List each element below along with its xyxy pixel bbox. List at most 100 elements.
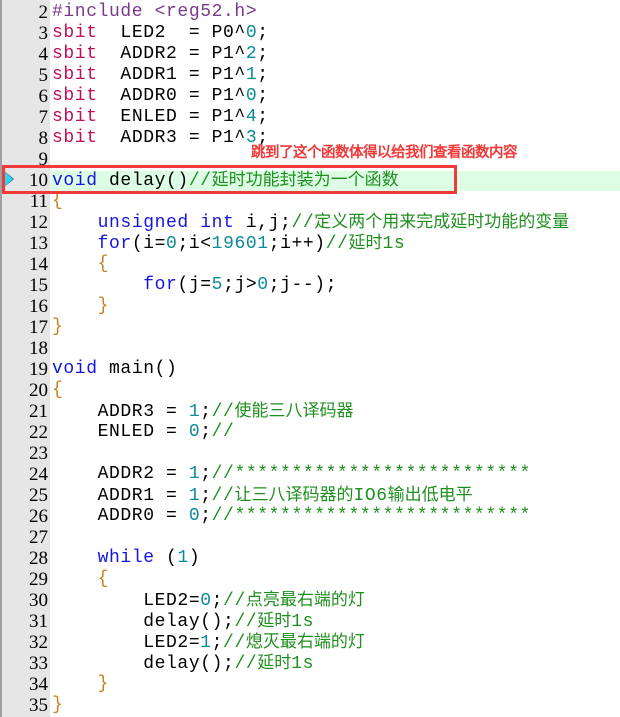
code-line[interactable]: 3 sbit LED2 = P0^0; xyxy=(0,23,620,44)
code-token: 定义两个用来完成延时功能的变量 xyxy=(314,212,570,232)
code-token: 1s xyxy=(291,612,315,632)
code-token: sbit xyxy=(52,107,98,127)
line-number: 29 xyxy=(29,569,48,590)
code-line[interactable]: 18 xyxy=(0,338,620,359)
code-token: sbit xyxy=(52,44,98,64)
code-token: ENLED = xyxy=(52,422,189,442)
code-token: ADDR1 = P1^ xyxy=(97,65,246,85)
line-number: 5 xyxy=(38,65,49,86)
code-line[interactable]: 19 void main() xyxy=(0,359,620,380)
code-token: // xyxy=(211,402,235,422)
code-token: 1s xyxy=(382,234,406,254)
line-number: 8 xyxy=(38,128,49,149)
code-text: { xyxy=(52,569,109,590)
code-line[interactable]: 2 #include <reg52.h> xyxy=(0,2,620,23)
code-line[interactable]: 32 LED2=1;//熄灭最右端的灯 xyxy=(0,632,620,653)
code-token: ; xyxy=(200,464,212,484)
code-token: ADDR0 = xyxy=(52,506,189,526)
code-token: ADDR3 = xyxy=(52,402,189,422)
code-text: void main() xyxy=(52,359,177,380)
code-line[interactable]: 22 ENLED = 0;// xyxy=(0,422,620,443)
code-token: // xyxy=(211,422,235,442)
code-line[interactable]: 30 LED2=0;//点亮最右端的灯 xyxy=(0,590,620,611)
code-token: main() xyxy=(97,359,178,379)
code-text: for(i=0;i<19601;i++)//延时1s xyxy=(52,233,405,255)
code-token: 1s xyxy=(291,654,315,674)
code-line[interactable]: 34 } xyxy=(0,674,620,695)
line-number: 17 xyxy=(29,317,48,338)
code-token: } xyxy=(97,296,110,316)
code-token: 5 xyxy=(211,275,224,295)
code-token: 0 xyxy=(166,234,178,254)
code-text: sbit ADDR1 = P1^1; xyxy=(52,65,269,86)
line-number: 18 xyxy=(29,338,48,359)
code-token: 点亮最右端的灯 xyxy=(245,590,365,610)
code-token: ; xyxy=(211,591,224,611)
code-token: delay(); xyxy=(52,612,235,632)
code-token: (i= xyxy=(131,234,167,254)
code-text: while (1) xyxy=(52,548,200,569)
code-token: ; xyxy=(200,422,212,442)
code-token: //************************** xyxy=(211,464,531,484)
line-number: 2 xyxy=(38,2,49,23)
line-number: 23 xyxy=(29,443,48,464)
code-line[interactable]: 5 sbit ADDR1 = P1^1; xyxy=(0,65,620,86)
code-line[interactable]: 25 ADDR1 = 1;//让三八译码器的IO6输出低电平 xyxy=(0,485,620,506)
code-line[interactable]: 17} xyxy=(0,317,620,338)
code-line[interactable]: 7 sbit ENLED = P1^4; xyxy=(0,107,620,128)
code-line[interactable]: 20{ xyxy=(0,380,620,401)
code-token: 1 xyxy=(245,65,258,85)
code-token: for xyxy=(143,275,178,295)
code-text: { xyxy=(52,380,63,401)
code-text: } xyxy=(52,296,109,317)
code-line[interactable]: 4 sbit ADDR2 = P1^2; xyxy=(0,44,620,65)
code-line[interactable]: 13 for(i=0;i<19601;i++)//延时1s xyxy=(0,233,620,254)
code-text: { xyxy=(52,254,109,275)
code-token: sbit xyxy=(52,128,98,148)
code-line[interactable]: 33 delay();//延时1s xyxy=(0,653,620,674)
code-text: sbit ADDR0 = P1^0; xyxy=(52,86,269,107)
code-token: unsigned int xyxy=(97,213,235,233)
code-token: ; xyxy=(200,486,212,506)
code-text: sbit ADDR3 = P1^3; xyxy=(52,128,269,149)
code-token: 4 xyxy=(245,107,258,127)
code-line[interactable]: 23 xyxy=(0,443,620,464)
code-line[interactable]: 35} xyxy=(0,695,620,716)
code-line[interactable]: 29 { xyxy=(0,569,620,590)
code-token: 1 xyxy=(188,464,201,484)
code-token: { xyxy=(52,191,64,211)
line-number: 20 xyxy=(29,380,48,401)
code-line[interactable]: 24 ADDR2 = 1;//*************************… xyxy=(0,464,620,485)
code-line[interactable]: 16 } xyxy=(0,296,620,317)
code-token: IO6 xyxy=(353,486,388,506)
code-line[interactable]: 11{ xyxy=(0,191,620,212)
code-token: ;j> xyxy=(223,275,258,295)
code-line[interactable]: 28 while (1) xyxy=(0,548,620,569)
code-text: } xyxy=(52,674,109,695)
code-lines[interactable]: 2 #include <reg52.h> 3 sbit LED2 = P0^0; 4 sb… xyxy=(0,2,620,716)
code-line[interactable]: 31 delay();//延时1s xyxy=(0,611,620,632)
code-line[interactable]: 12 unsigned int i,j;//定义两个用来完成延时功能的变量 xyxy=(0,212,620,233)
code-editor[interactable]: 2 #include <reg52.h> 3 sbit LED2 = P0^0; 4 sb… xyxy=(0,0,620,717)
line-number: 31 xyxy=(29,611,48,632)
line-number: 28 xyxy=(29,548,48,569)
line-number: 6 xyxy=(38,86,49,107)
code-token: ; xyxy=(200,402,212,422)
code-line[interactable]: 15 for(j=5;j>0;j--); xyxy=(0,275,620,296)
code-line[interactable]: 6 sbit ADDR0 = P1^0; xyxy=(0,86,620,107)
code-line[interactable]: 14 { xyxy=(0,254,620,275)
code-token: ; xyxy=(257,44,269,64)
code-line[interactable]: 27 xyxy=(0,527,620,548)
code-token: 0 xyxy=(188,422,201,442)
code-token: ( xyxy=(154,548,178,568)
code-text: { xyxy=(52,191,63,212)
code-line[interactable]: 21 ADDR3 = 1;//使能三八译码器 xyxy=(0,401,620,422)
line-number: 16 xyxy=(29,296,48,317)
code-text: unsigned int i,j;//定义两个用来完成延时功能的变量 xyxy=(52,212,570,234)
code-line[interactable]: 26 ADDR0 = 0;//*************************… xyxy=(0,506,620,527)
